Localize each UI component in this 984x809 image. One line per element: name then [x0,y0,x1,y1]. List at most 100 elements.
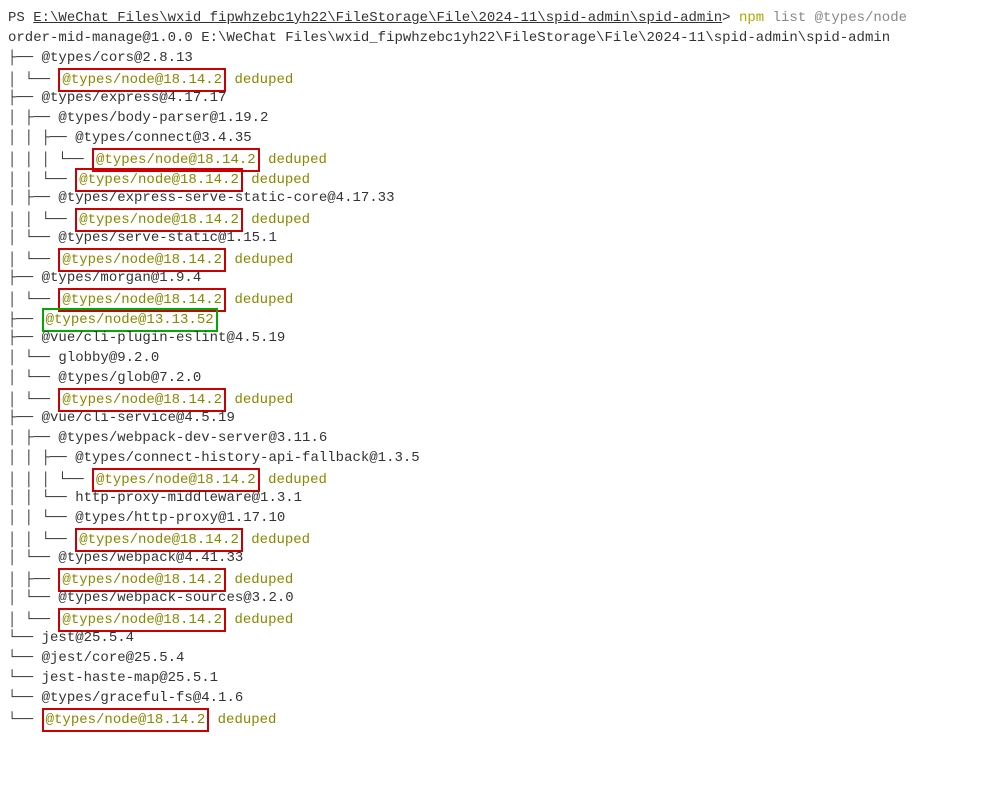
pkg-jest-core: @jest/core@25.5.4 [42,650,185,666]
tree-last: └── [8,690,42,706]
tree-line: │ └── globby@9.2.0 [8,348,976,368]
tree-last: └── [8,670,42,686]
tree-line: │ │ └── http-proxy-middleware@1.3.1 [8,488,976,508]
tree-last: └── [25,252,59,268]
tree-pipe: │ [8,252,25,268]
pkg-node18: @types/node@18.14.2 [62,612,222,628]
tree-line: ├── @types/morgan@1.9.4 [8,268,976,288]
tree-pipe: │ [8,110,25,126]
pkg-chaf: @types/connect-history-api-fallback@1.3.… [75,450,419,466]
pkg-webpack: @types/webpack@4.41.33 [58,550,243,566]
tree-pipe: │ [8,292,25,308]
dedup-label: deduped [209,712,276,728]
pkg-node18: @types/node@18.14.2 [46,712,206,728]
tree-branch: ├── [8,90,42,106]
tree-branch: ├── [8,410,42,426]
tree-branch: ├── [25,110,59,126]
prompt-gt: > [722,10,739,26]
prompt-line[interactable]: PS E:\WeChat Files\wxid_fipwhzebc1yh22\F… [8,8,976,28]
tree-last: └── [25,292,59,308]
pkg-http-proxy: @types/http-proxy@1.17.10 [75,510,285,526]
tree-last: └── [25,392,59,408]
tree-pipe: │ │ [8,172,42,188]
tree-last: └── [42,212,76,228]
tree-last: └── [58,472,92,488]
header-line: order-mid-manage@1.0.0 E:\WeChat Files\w… [8,28,976,48]
pkg-node18: @types/node@18.14.2 [79,172,239,188]
tree-branch: ├── [8,312,42,328]
dedup-label: deduped [226,612,293,628]
tree-pipe: │ │ [8,510,42,526]
tree-pipe: │ [8,590,25,606]
dedup-label: deduped [226,252,293,268]
tree-branch: ├── [25,572,59,588]
tree-line: │ ├── @types/express-serve-static-core@4… [8,188,976,208]
dedup-label: deduped [226,392,293,408]
tree-line: │ └── @types/webpack-sources@3.2.0 [8,588,976,608]
tree-pipe: │ [8,612,25,628]
tree-line: ├── @types/cors@2.8.13 [8,48,976,68]
pkg-globby: globby@9.2.0 [58,350,159,366]
dedup-label: deduped [243,212,310,228]
pkg-node18: @types/node@18.14.2 [96,472,256,488]
tree-line: ├── @types/express@4.17.17 [8,88,976,108]
cmd-npm: npm [739,10,764,26]
tree-line: │ │ ├── @types/connect-history-api-fallb… [8,448,976,468]
tree-branch: ├── [8,50,42,66]
dedup-label: deduped [243,172,310,188]
dedup-label: deduped [226,292,293,308]
pkg-jhm: jest-haste-map@25.5.1 [42,670,218,686]
tree-last: └── [8,650,42,666]
pkg-node18: @types/node@18.14.2 [79,212,239,228]
pkg-connect: @types/connect@3.4.35 [75,130,251,146]
tree-pipe: │ │ [8,212,42,228]
tree-branch: ├── [25,430,59,446]
tree-line: └── jest-haste-map@25.5.1 [8,668,976,688]
tree-last: └── [25,550,59,566]
tree-branch: ├── [8,330,42,346]
tree-branch: ├── [8,270,42,286]
tree-line: │ └── @types/glob@7.2.0 [8,368,976,388]
dedup-label: deduped [226,72,293,88]
pkg-wds: @types/webpack-dev-server@3.11.6 [58,430,327,446]
tree-line: ├── @types/node@13.13.52 [8,308,976,328]
tree-pipe: │ [8,550,25,566]
pkg-node18: @types/node@18.14.2 [62,392,222,408]
tree-line: │ │ └── @types/node@18.14.2 deduped [8,168,976,188]
prompt-path: E:\WeChat Files\wxid_fipwhzebc1yh22\File… [33,10,722,26]
tree-last: └── [42,172,76,188]
tree-line: └── @types/node@18.14.2 deduped [8,708,976,728]
pkg-node18: @types/node@18.14.2 [62,252,222,268]
tree-line: │ │ ├── @types/connect@3.4.35 [8,128,976,148]
tree-pipe: │ [8,230,25,246]
pkg-morgan: @types/morgan@1.9.4 [42,270,202,286]
pkg-node18: @types/node@18.14.2 [96,152,256,168]
pkg-ws: @types/webpack-sources@3.2.0 [58,590,293,606]
tree-pipe: │ │ │ [8,152,58,168]
tree-pipe: │ [8,350,25,366]
pkg-vue-eslint: @vue/cli-plugin-eslint@4.5.19 [42,330,286,346]
tree-line: │ └── @types/node@18.14.2 deduped [8,248,976,268]
pkg-gfs: @types/graceful-fs@4.1.6 [42,690,244,706]
tree-pipe: │ │ [8,532,42,548]
tree-line: │ ├── @types/node@18.14.2 deduped [8,568,976,588]
tree-last: └── [58,152,92,168]
tree-branch: ├── [25,190,59,206]
tree-last: └── [8,712,42,728]
pkg-jest: jest@25.5.4 [42,630,134,646]
tree-line: │ └── @types/node@18.14.2 deduped [8,388,976,408]
tree-line: │ │ │ └── @types/node@18.14.2 deduped [8,148,976,168]
tree-pipe: │ │ │ [8,472,58,488]
tree-line: └── @types/graceful-fs@4.1.6 [8,688,976,708]
tree-line: │ └── @types/node@18.14.2 deduped [8,68,976,88]
tree-last: └── [25,612,59,628]
tree-branch: ├── [42,450,76,466]
tree-branch: ├── [42,130,76,146]
pkg-bodyparser: @types/body-parser@1.19.2 [58,110,268,126]
tree-pipe: │ │ [8,130,42,146]
highlight-node18: @types/node@18.14.2 [42,708,210,732]
tree-line: │ │ └── @types/node@18.14.2 deduped [8,528,976,548]
tree-line: │ │ │ └── @types/node@18.14.2 deduped [8,468,976,488]
pkg-express: @types/express@4.17.17 [42,90,227,106]
pkg-hpm: http-proxy-middleware@1.3.1 [75,490,302,506]
